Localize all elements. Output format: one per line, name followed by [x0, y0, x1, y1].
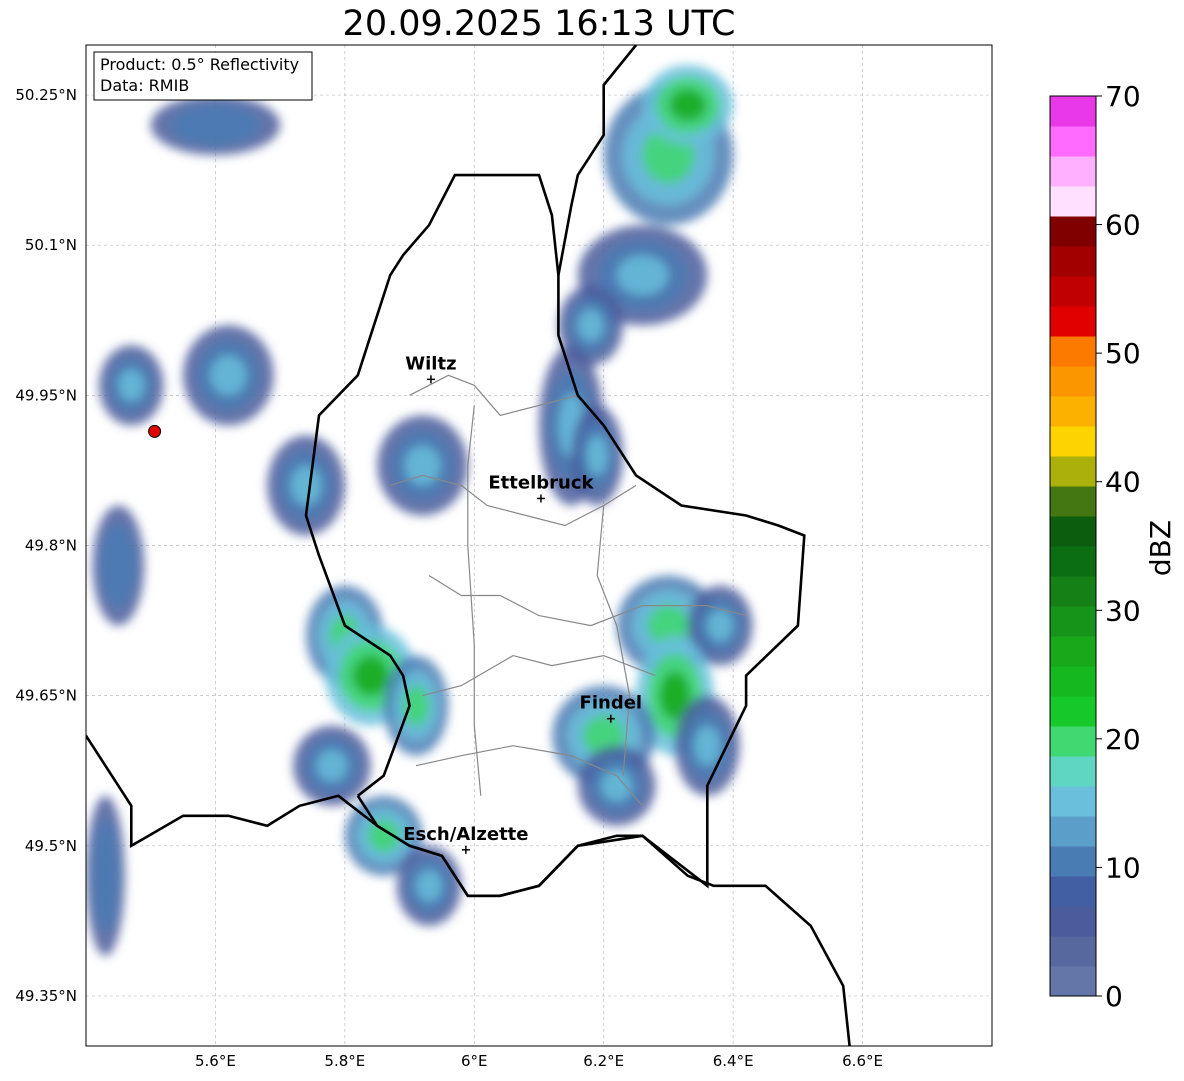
- y-tick-label: 49.35°N: [15, 987, 77, 1005]
- colorbar-swatch: [1050, 666, 1096, 697]
- colorbar-tick-label: 70: [1105, 80, 1141, 113]
- data-source-label: Data: RMIB: [100, 76, 189, 95]
- reflectivity-cell: [577, 309, 604, 342]
- reflectivity-cell: [669, 89, 706, 122]
- colorbar-swatch: [1050, 726, 1096, 757]
- colorbar-swatch: [1050, 186, 1096, 217]
- product-label: Product: 0.5° Reflectivity: [100, 55, 299, 74]
- reflectivity-cell: [170, 104, 261, 147]
- city-label: Findel: [580, 693, 643, 714]
- colorbar-tick-label: 20: [1105, 723, 1141, 756]
- reflectivity-cell: [601, 769, 633, 802]
- colorbar-swatch: [1050, 396, 1096, 427]
- reflectivity-cell: [352, 655, 389, 696]
- reflectivity-layer: [86, 65, 753, 956]
- colorbar: 0 10 20 30 40 50 60 70 dBZ: [1049, 80, 1177, 1013]
- x-tick-label: 6°E: [461, 1052, 488, 1070]
- radar-site-icon: [148, 424, 162, 438]
- reflectivity-cell: [210, 355, 247, 396]
- colorbar-swatch: [1050, 366, 1096, 397]
- colorbar-swatch: [1050, 606, 1096, 637]
- colorbar-swatch: [1050, 156, 1096, 187]
- city-label: Esch/Alzette: [403, 824, 528, 845]
- colorbar-swatch: [1050, 516, 1096, 547]
- colorbar-swatch: [1050, 786, 1096, 817]
- x-tick-label: 5.8°E: [324, 1052, 365, 1070]
- reflectivity-cell: [586, 435, 608, 476]
- colorbar-tick-label: 60: [1105, 209, 1141, 242]
- colorbar-tick-label: 30: [1105, 594, 1141, 627]
- reflectivity-cell: [91, 819, 120, 932]
- radar-site-marker: [148, 424, 162, 438]
- country-border: [86, 734, 851, 1046]
- colorbar-swatch: [1050, 306, 1096, 337]
- y-axis-ticks: 50.25°N 50.1°N 49.95°N 49.8°N 49.65°N 49.5°N 4…: [15, 86, 77, 1005]
- colorbar-swatch: [1050, 936, 1096, 967]
- x-axis-ticks: 5.6°E 5.8°E 6°E 6.2°E 6.4°E 6.6°E: [195, 1052, 883, 1070]
- colorbar-swatch: [1050, 426, 1096, 457]
- y-tick-label: 49.8°N: [25, 537, 77, 555]
- y-tick-label: 49.65°N: [15, 687, 77, 705]
- colorbar-swatch: [1050, 846, 1096, 877]
- x-tick-label: 6.2°E: [583, 1052, 624, 1070]
- colorbar-label: dBZ: [1144, 520, 1177, 576]
- reflectivity-cell: [694, 725, 721, 766]
- colorbar-swatch: [1050, 336, 1096, 367]
- luxembourg-border: [304, 173, 806, 898]
- reflectivity-cell: [316, 749, 348, 782]
- y-tick-label: 49.5°N: [25, 837, 77, 855]
- colorbar-tick-label: 10: [1105, 851, 1141, 884]
- x-tick-label: 5.6°E: [195, 1052, 236, 1070]
- colorbar-swatch: [1050, 276, 1096, 307]
- reflectivity-cell: [100, 523, 137, 608]
- city-label: Wiltz: [405, 353, 456, 374]
- colorbar-swatch: [1050, 966, 1096, 997]
- y-tick-label: 49.95°N: [15, 386, 77, 404]
- colorbar-swatch: [1050, 96, 1096, 127]
- reflectivity-cell: [290, 465, 322, 506]
- colorbar-tick-label: 0: [1105, 980, 1123, 1013]
- colorbar-swatch: [1050, 546, 1096, 577]
- colorbar-swatch: [1050, 126, 1096, 157]
- colorbar-tick-label: 50: [1105, 337, 1141, 370]
- reflectivity-cell: [616, 255, 669, 296]
- colorbar-swatch: [1050, 636, 1096, 667]
- colorbar-swatch: [1050, 576, 1096, 607]
- y-tick-label: 50.25°N: [15, 86, 77, 104]
- colorbar-swatch: [1050, 696, 1096, 727]
- colorbar-swatch: [1050, 216, 1096, 247]
- grid-lines: [86, 45, 992, 1046]
- colorbar-swatch: [1050, 906, 1096, 937]
- radar-map: WiltzEttelbruckFindelEsch/Alzette 5.6°E 5…: [15, 44, 1177, 1070]
- reflectivity-cell: [416, 869, 442, 902]
- colorbar-swatch: [1050, 816, 1096, 847]
- colorbar-swatch: [1050, 456, 1096, 487]
- city-label: Ettelbruck: [488, 472, 594, 493]
- x-tick-label: 6.4°E: [713, 1052, 754, 1070]
- reflectivity-cell: [707, 609, 734, 642]
- colorbar-swatch: [1050, 246, 1096, 277]
- info-box: Product: 0.5° Reflectivity Data: RMIB: [93, 51, 313, 101]
- colorbar-swatch: [1050, 486, 1096, 517]
- x-tick-label: 6.6°E: [842, 1052, 883, 1070]
- colorbar-swatch: [1050, 876, 1096, 907]
- colorbar-tick-label: 40: [1105, 466, 1141, 499]
- colorbar-swatch: [1050, 756, 1096, 787]
- y-tick-label: 50.1°N: [25, 236, 77, 254]
- reflectivity-cell: [118, 369, 145, 402]
